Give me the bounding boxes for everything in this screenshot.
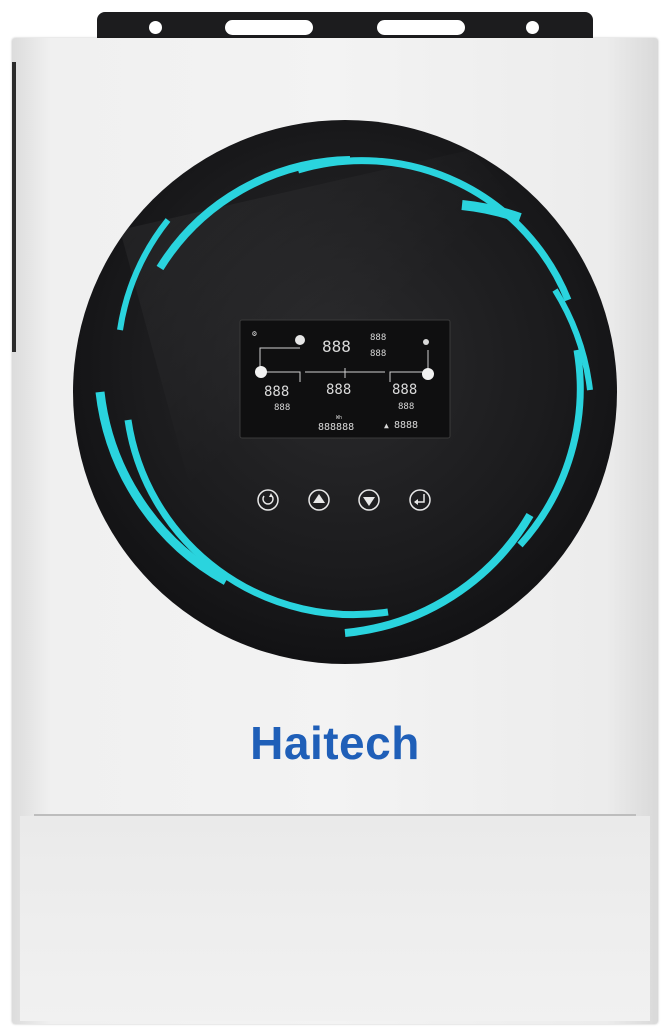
front-display-face: ⚙ 888 888 888 888 888 888 888 888 Wh 888… [73, 120, 617, 664]
lcd-right-digits: 888 [392, 382, 417, 398]
lcd-right-small: 888 [398, 402, 414, 412]
lcd-right-bottom-digits: 8888 [394, 420, 418, 431]
lcd-node [423, 339, 429, 345]
lcd-grid-icon: ⚙ [252, 329, 257, 338]
product-photo: ⚙ 888 888 888 888 888 888 888 888 Wh 888… [0, 0, 670, 1028]
lcd-warning-icon: ▲ [384, 421, 389, 430]
lcd-center-digits: 888 [326, 382, 351, 398]
lcd-node [295, 335, 305, 345]
lcd-wide-digits: 888888 [318, 422, 354, 433]
lcd-small-digits: 888 [370, 349, 386, 359]
lcd-small-digits: 888 [370, 333, 386, 343]
lcd-left-small: 888 [274, 403, 290, 413]
lcd-node [422, 368, 434, 380]
lcd-left-digits: 888 [264, 384, 289, 400]
lcd-screen: ⚙ 888 888 888 888 888 888 888 888 Wh 888… [239, 319, 451, 439]
brand-logo: Haitech [250, 717, 420, 769]
lcd-node [255, 366, 267, 378]
lcd-main-digits: 888 [322, 337, 351, 356]
lcd-unit-label: Wh [336, 415, 342, 421]
